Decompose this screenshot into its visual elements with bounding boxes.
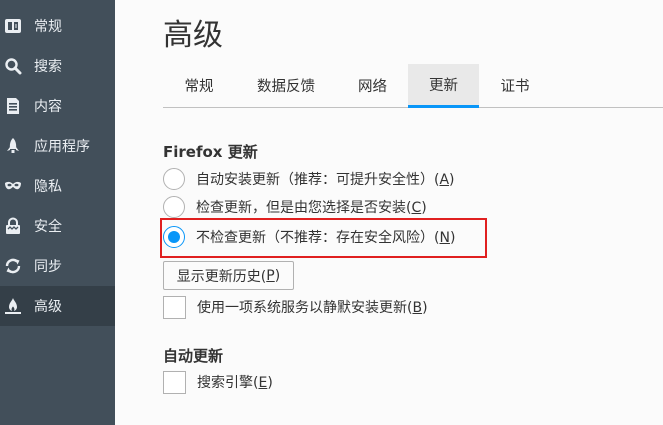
tab-update[interactable]: 更新 [408, 64, 479, 108]
radio-option-auto-install[interactable]: 自动安装更新（推荐：可提升安全性）(A) [163, 167, 455, 191]
sidebar-item-advanced[interactable]: 高级 [0, 286, 115, 326]
checkbox[interactable] [163, 295, 186, 319]
radio-button[interactable] [163, 196, 185, 218]
sidebar-item-applications[interactable]: 应用程序 [0, 126, 115, 166]
sidebar-item-label: 常规 [34, 19, 62, 35]
search-icon [4, 57, 22, 75]
radio-label: 自动安装更新（推荐：可提升安全性）(A) [196, 172, 455, 188]
tab-bar: 常规 数据反馈 网络 更新 证书 [163, 64, 663, 108]
sidebar-item-sync[interactable]: 同步 [0, 246, 115, 286]
content-icon [4, 97, 22, 115]
checkbox-background-service[interactable]: 使用一项系统服务以静默安装更新(B) [163, 295, 428, 319]
highlight-box [160, 218, 487, 258]
sidebar-item-label: 高级 [34, 299, 62, 315]
sidebar-item-label: 隐私 [34, 179, 62, 195]
advanced-icon [4, 297, 22, 315]
sidebar-item-content[interactable]: 内容 [0, 86, 115, 126]
sidebar-item-search[interactable]: 搜索 [0, 46, 115, 86]
sidebar-item-label: 同步 [34, 259, 62, 275]
sidebar-item-label: 内容 [34, 99, 62, 115]
sidebar-item-privacy[interactable]: 隐私 [0, 166, 115, 206]
sidebar: 常规 搜索 内容 应用程序 隐私 安全 同步 高级 [0, 0, 115, 425]
auto-update-heading: 自动更新 [163, 347, 224, 365]
sidebar-item-security[interactable]: 安全 [0, 206, 115, 246]
applications-icon [4, 137, 22, 155]
radio-option-check-only[interactable]: 检查更新，但是由您选择是否安装(C) [163, 195, 427, 219]
sidebar-item-label: 搜索 [34, 59, 62, 75]
sidebar-item-label: 安全 [34, 219, 62, 235]
firefox-updates-heading: Firefox 更新 [163, 143, 258, 161]
sync-icon [4, 257, 22, 275]
tab-general[interactable]: 常规 [163, 64, 235, 107]
tab-certificates[interactable]: 证书 [479, 64, 551, 107]
radio-button[interactable] [163, 168, 185, 190]
privacy-mask-icon [4, 177, 22, 195]
tab-network[interactable]: 网络 [337, 64, 408, 107]
sidebar-item-label: 应用程序 [34, 139, 90, 155]
checkbox-label: 使用一项系统服务以静默安装更新(B) [197, 300, 428, 316]
checkbox-search-engines[interactable]: 搜索引擎(E) [163, 370, 273, 394]
security-icon [4, 217, 22, 235]
sidebar-item-general[interactable]: 常规 [0, 6, 115, 46]
show-update-history-button[interactable]: 显示更新历史(P) [163, 261, 294, 290]
checkbox-label: 搜索引擎(E) [197, 375, 273, 391]
radio-label: 检查更新，但是由您选择是否安装(C) [196, 200, 427, 216]
checkbox[interactable] [163, 370, 186, 394]
general-icon [4, 17, 22, 35]
page-title: 高级 [163, 18, 223, 53]
tab-data-choices[interactable]: 数据反馈 [235, 64, 337, 107]
